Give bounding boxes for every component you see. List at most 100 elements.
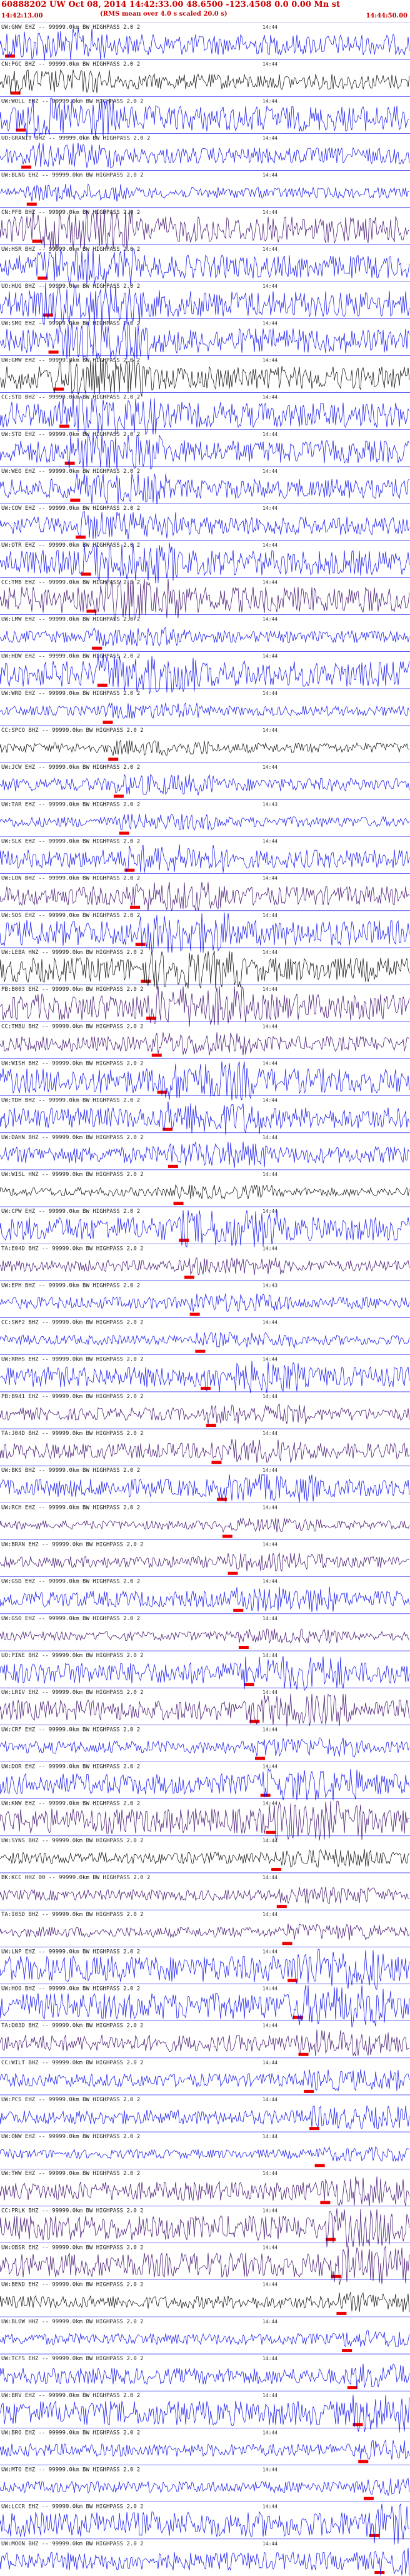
trace-label: UW:CRF EHZ -- 99999.0km BW HIGHPASS 2.0 … bbox=[1, 1727, 140, 1733]
pick-marker bbox=[228, 1571, 238, 1575]
time-tick-label: 14:44 bbox=[262, 986, 278, 992]
waveform bbox=[0, 1293, 410, 1312]
time-tick-label: 14:44 bbox=[262, 2504, 278, 2510]
trace-label: UW:BLOW HHZ -- 99999.0km BW HIGHPASS 2.0… bbox=[1, 2319, 144, 2325]
trace-row: UW:TWW EHZ -- 99999.0km BW HIGHPASS 2.0 … bbox=[0, 2168, 410, 2206]
trace-row: CC:SWF2 BHZ -- 99999.0km BW HIGHPASS 2.0… bbox=[0, 1317, 410, 1353]
waveform bbox=[0, 1257, 410, 1275]
trace-label: UW:OBSR EHZ -- 99999.0km BW HIGHPASS 2.0… bbox=[1, 2245, 144, 2251]
pick-marker bbox=[282, 1942, 292, 1945]
waveform bbox=[0, 2105, 410, 2129]
trace-label: UW:LCCR EHZ -- 99999.0km BW HIGHPASS 2.0… bbox=[1, 2504, 144, 2510]
waveform bbox=[0, 1924, 410, 1940]
trace-label: UW:SMO EHZ -- 99999.0km BW HIGHPASS 2.0 … bbox=[1, 320, 140, 327]
trace-row: UW:TAR EHZ -- 99999.0km BW HIGHPASS 2.0 … bbox=[0, 799, 410, 835]
trace-label: UW:TWW EHZ -- 99999.0km BW HIGHPASS 2.0 … bbox=[1, 2171, 140, 2177]
trace-label: PB:B941 EHZ -- 99999.0km BW HIGHPASS 2.0… bbox=[1, 1394, 144, 1400]
event-title: 60888202 UW Oct 08, 2014 14:42:33.00 48.… bbox=[1, 0, 341, 9]
pick-marker bbox=[102, 721, 113, 724]
waveform bbox=[0, 2029, 410, 2057]
trace-label: BK:KCC HHZ 00 -- 99999.0km BW HIGHPASS 2… bbox=[1, 1875, 150, 1881]
trace-row: UW:LMW EHZ -- 99999.0km BW HIGHPASS 2.0 … bbox=[0, 614, 410, 650]
trace-label: TA:E04D BHZ -- 99999.0km BW HIGHPASS 2.0… bbox=[1, 1245, 144, 1252]
trace-row: UW:RCH EHZ -- 99999.0km BW HIGHPASS 2.0 … bbox=[0, 1503, 410, 1538]
trace-label: CN:PFB BHZ -- 99999.0km BW HIGHPASS 2.0 … bbox=[1, 210, 140, 216]
trace-row: UW:WOLL EHZ -- 99999.0km BW HIGHPASS 2.0… bbox=[0, 96, 410, 139]
trace-row: UW:RRHS EHZ -- 99999.0km BW HIGHPASS 2.0… bbox=[0, 1354, 410, 1393]
time-tick-label: 14:44 bbox=[262, 173, 278, 178]
waveform bbox=[0, 358, 410, 397]
trace-label: CC:TMBU BHZ -- 99999.0km BW HIGHPASS 2.0… bbox=[1, 1023, 144, 1030]
time-tick-label: 14:44 bbox=[262, 1245, 278, 1251]
trace-label: UW:SOS EHZ -- 99999.0km BW HIGHPASS 2.0 … bbox=[1, 913, 140, 919]
trace-row: UW:WISL HNZ -- 99999.0km BW HIGHPASS 2.0… bbox=[0, 1169, 410, 1205]
time-tick-label: 14:44 bbox=[262, 579, 278, 585]
trace-label: UW:WISL HNZ -- 99999.0km BW HIGHPASS 2.0… bbox=[1, 1172, 144, 1178]
time-tick-label: 14:44 bbox=[262, 1320, 278, 1326]
trace-label: UW:LEBA HNZ -- 99999.0km BW HIGHPASS 2.0… bbox=[1, 950, 144, 956]
time-tick-label: 14:44 bbox=[262, 2023, 278, 2029]
time-tick-label: 14:44 bbox=[262, 98, 278, 104]
trace-label: UW:BRAN EHZ -- 99999.0km BW HIGHPASS 2.0… bbox=[1, 1542, 144, 1548]
trace-row: UW:GSD EHZ -- 99999.0km BW HIGHPASS 2.0 … bbox=[0, 1576, 410, 1613]
waveform bbox=[0, 473, 410, 505]
pick-marker bbox=[173, 1202, 184, 1205]
time-tick-label: 14:44 bbox=[262, 2541, 278, 2547]
pick-marker bbox=[249, 1720, 260, 1723]
trace-row: BK:KCC HHZ 00 -- 99999.0km BW HIGHPASS 2… bbox=[0, 1872, 410, 1909]
time-tick-label: 14:44 bbox=[262, 2467, 278, 2473]
time-tick-label: 14:44 bbox=[262, 1431, 278, 1436]
time-tick-label: 14:44 bbox=[262, 1357, 278, 1362]
pick-marker bbox=[70, 499, 81, 502]
time-tick-label: 14:44 bbox=[262, 691, 278, 696]
time-tick-label: 14:44 bbox=[262, 1209, 278, 1214]
trace-row: UW:BLOW HHZ -- 99999.0km BW HIGHPASS 2.0… bbox=[0, 2316, 410, 2353]
trace-row: UW:OTR EHZ -- 99999.0km BW HIGHPASS 2.0 … bbox=[0, 540, 410, 584]
waveform bbox=[0, 1210, 410, 1248]
waveform bbox=[0, 510, 410, 540]
trace-label: UW:SLK EHZ -- 99999.0km BW HIGHPASS 2.0 … bbox=[1, 839, 140, 845]
pick-marker bbox=[374, 2571, 385, 2574]
time-tick-label: 14:44 bbox=[262, 839, 278, 844]
waveform bbox=[0, 2395, 410, 2433]
waveform bbox=[0, 740, 410, 756]
trace-label: UW:RCH EHZ -- 99999.0km BW HIGHPASS 2.0 … bbox=[1, 1504, 140, 1511]
trace-label: UW:EPH BHZ -- 99999.0km BW HIGHPASS 2.0 … bbox=[1, 1282, 140, 1289]
waveform bbox=[0, 773, 410, 796]
trace-label: UW:DOR EHZ -- 99999.0km BW HIGHPASS 2.0 … bbox=[1, 1763, 140, 1770]
time-tick-label: 14:44 bbox=[262, 1172, 278, 1177]
waveform bbox=[0, 28, 410, 61]
pick-marker bbox=[320, 2201, 331, 2204]
end-time: 14:44:50.00 bbox=[366, 13, 408, 19]
pick-marker bbox=[211, 1461, 222, 1464]
pick-marker bbox=[314, 2164, 325, 2168]
waveform bbox=[0, 881, 410, 911]
start-time: 14:42:13.00 bbox=[1, 13, 43, 19]
waveform bbox=[0, 69, 410, 94]
waveform bbox=[0, 702, 410, 719]
time-tick-label: 14:44 bbox=[262, 2245, 278, 2251]
trace-label: UW:MTO EHZ -- 99999.0km BW HIGHPASS 2.0 … bbox=[1, 2467, 140, 2473]
trace-row: PB:B941 EHZ -- 99999.0km BW HIGHPASS 2.0… bbox=[0, 1391, 410, 1427]
waveform bbox=[0, 2246, 410, 2285]
trace-row: UW:BRV EHZ -- 99999.0km BW HIGHPASS 2.0 … bbox=[0, 2390, 410, 2433]
time-tick-label: 14:44 bbox=[262, 1504, 278, 1510]
waveform bbox=[0, 950, 410, 990]
waveform bbox=[0, 1737, 410, 1758]
waveform bbox=[0, 813, 410, 831]
waveform bbox=[0, 434, 410, 470]
trace-row: UW:HSR BHZ -- 99999.0km BW HIGHPASS 2.0 … bbox=[0, 244, 410, 286]
trace-row: TA:D03D BHZ -- 99999.0km BW HIGHPASS 2.0… bbox=[0, 2021, 410, 2057]
trace-row: UW:LCCR EHZ -- 99999.0km BW HIGHPASS 2.0… bbox=[0, 2502, 410, 2545]
waveform bbox=[0, 1586, 410, 1613]
trace-row: UW:SOS EHZ -- 99999.0km BW HIGHPASS 2.0 … bbox=[0, 910, 410, 953]
pick-marker bbox=[5, 54, 15, 58]
trace-label: UW:HSR BHZ -- 99999.0km BW HIGHPASS 2.0 … bbox=[1, 246, 140, 253]
trace-row: UW:WISH BHZ -- 99999.0km BW HIGHPASS 2.0… bbox=[0, 1058, 410, 1101]
waveform bbox=[0, 1032, 410, 1056]
trace-label: UW:HOO BHZ -- 99999.0km BW HIGHPASS 2.0 … bbox=[1, 1985, 140, 1992]
time-tick-label: 14:43 bbox=[262, 1282, 278, 1288]
trace-row: UW:DAHN BHZ -- 99999.0km BW HIGHPASS 2.0… bbox=[0, 1132, 410, 1169]
time-tick-label: 14:44 bbox=[262, 1985, 278, 1991]
trace-label: UW:KNW EHZ -- 99999.0km BW HIGHPASS 2.0 … bbox=[1, 1801, 140, 1807]
